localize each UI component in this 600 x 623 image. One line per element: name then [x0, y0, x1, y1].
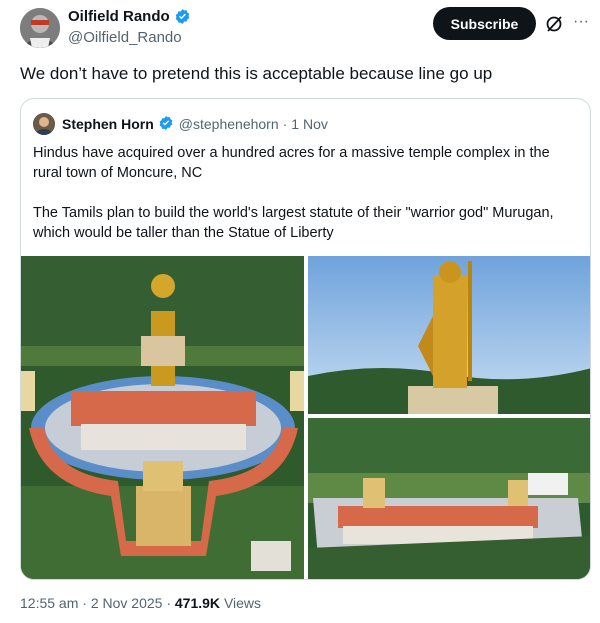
quoted-handle: @stephenehorn — [178, 115, 279, 132]
tweet-meta: 12:55 am · 2 Nov 2025 · 471.9K Views — [20, 595, 261, 611]
post-date[interactable]: 2 Nov 2025 — [91, 595, 163, 611]
temple-aerial-image[interactable] — [21, 256, 304, 579]
tweet-text: We don’t have to pretend this is accepta… — [20, 64, 493, 83]
views-label: Views — [223, 595, 262, 611]
grok-icon[interactable] — [544, 14, 564, 34]
tweet-card: Oilfield Rando @Oilfield_Rando Subscribe… — [0, 0, 600, 623]
post-time[interactable]: 12:55 am — [20, 595, 78, 611]
meta-separator: · — [166, 595, 171, 611]
meta-separator: · — [82, 595, 87, 611]
quoted-author-row: Stephen Horn @stephenehorn · 1 Nov — [62, 115, 328, 132]
quoted-date: 1 Nov — [291, 115, 328, 132]
author-name-row[interactable]: Oilfield Rando — [68, 8, 191, 25]
verified-badge-icon — [158, 115, 175, 132]
author-handle[interactable]: @Oilfield_Rando — [68, 29, 182, 46]
quoted-tweet[interactable]: Stephen Horn @stephenehorn · 1 Nov Hindu… — [20, 98, 591, 580]
verified-badge-icon — [174, 8, 191, 25]
quoted-text: Hindus have acquired over a hundred acre… — [33, 143, 573, 263]
quoted-author-avatar — [33, 113, 55, 135]
quoted-display-name: Stephen Horn — [62, 115, 154, 132]
quoted-paragraph-1: Hindus have acquired over a hundred acre… — [33, 145, 550, 181]
murugan-statue-image[interactable] — [308, 256, 590, 414]
subscribe-button[interactable]: Subscribe — [433, 7, 536, 40]
quoted-separator: · — [282, 115, 288, 132]
author-avatar[interactable] — [20, 8, 60, 48]
more-icon[interactable]: ··· — [571, 12, 591, 32]
author-display-name[interactable]: Oilfield Rando — [68, 8, 170, 25]
views-count: 471.9K — [174, 595, 221, 611]
quoted-media-grid — [21, 256, 590, 579]
temple-complex-image[interactable] — [308, 418, 590, 579]
quoted-paragraph-2: The Tamils plan to build the world's lar… — [33, 205, 554, 241]
